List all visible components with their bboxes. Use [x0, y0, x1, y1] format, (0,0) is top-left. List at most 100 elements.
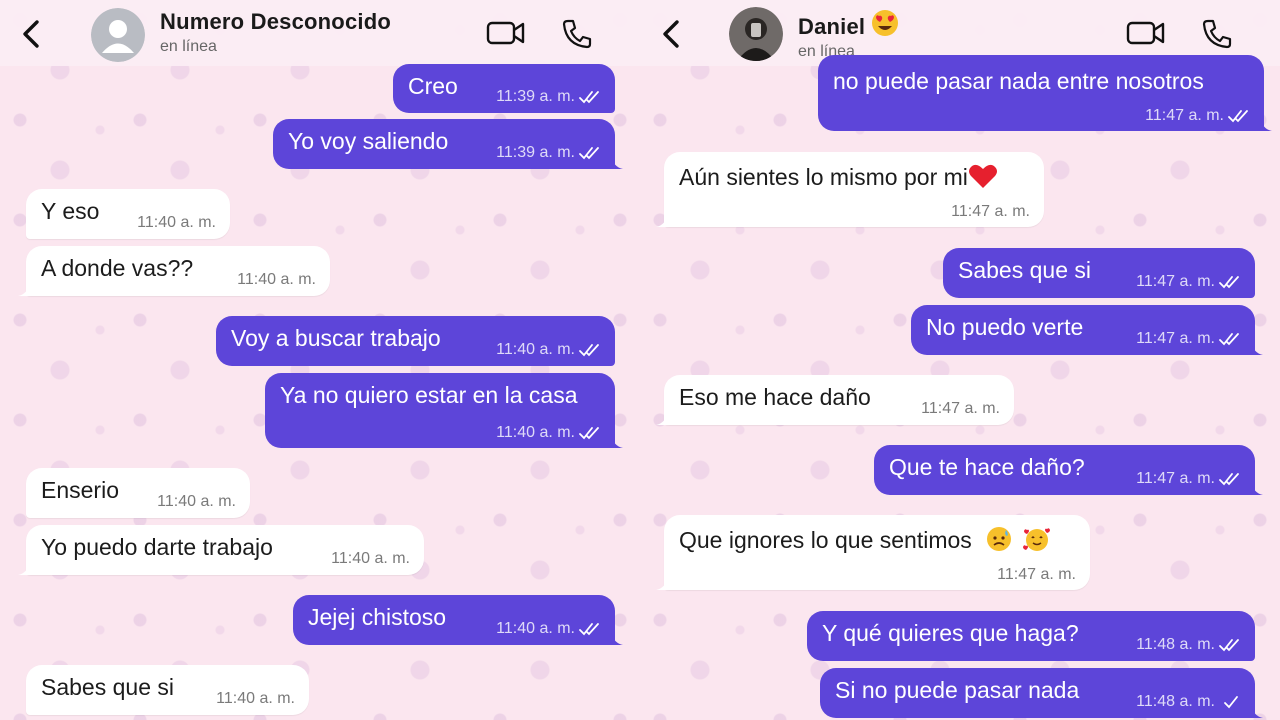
double-check-icon	[1219, 639, 1239, 652]
message-bubble-outgoing[interactable]: Sabes que si 11:47 a. m.	[943, 248, 1255, 298]
bubble-tail	[656, 411, 668, 425]
bubble-tail	[656, 213, 668, 227]
message-bubble-incoming[interactable]: Que ignores lo que sentimos 11:47 a. m.	[656, 515, 1090, 590]
back-arrow-icon[interactable]	[656, 14, 686, 54]
back-arrow-icon[interactable]	[16, 14, 46, 54]
message-bubble-outgoing[interactable]: Creo 11:39 a. m.	[393, 64, 615, 113]
message-bubble-incoming[interactable]: Sabes que si 11:40 a. m.	[26, 665, 309, 715]
bubble-tail	[611, 631, 623, 645]
double-check-icon	[579, 344, 599, 357]
message-time: 11:47 a. m.	[1136, 470, 1215, 487]
chat-panel-left: Numero Desconocido en línea Creo 11:39 a…	[0, 0, 640, 720]
double-check-icon	[579, 427, 599, 440]
contact-name: Daniel	[798, 9, 899, 40]
double-check-icon	[1228, 110, 1248, 123]
message-text: Y eso	[41, 198, 100, 224]
bubble-tail	[18, 282, 30, 296]
message-time: 11:40 a. m.	[237, 271, 316, 288]
bubble-tail	[611, 155, 623, 169]
message-time: 11:48 a. m.	[1136, 693, 1215, 710]
double-check-icon	[579, 147, 599, 160]
message-text: Que te hace daño?	[889, 454, 1085, 480]
avatar[interactable]	[729, 7, 783, 61]
message-time: 11:39 a. m.	[496, 144, 575, 161]
bubble-tail	[611, 434, 623, 448]
message-text: Creo	[408, 73, 458, 99]
chat-header: Numero Desconocido en línea	[0, 0, 640, 66]
sad-sweat-emoji-icon	[987, 527, 1012, 551]
bubble-tail	[1260, 117, 1272, 131]
message-text: Y qué quieres que haga?	[822, 620, 1079, 646]
contact-info[interactable]: Numero Desconocido en línea	[160, 9, 391, 56]
message-bubble-outgoing[interactable]: Si no puede pasar nada 11:48 a. m.	[820, 668, 1263, 718]
message-bubble-incoming[interactable]: Yo puedo darte trabajo 11:40 a. m.	[18, 525, 424, 575]
message-bubble-outgoing[interactable]: Que te hace daño? 11:47 a. m.	[874, 445, 1263, 495]
message-text: Jejej chistoso	[308, 604, 447, 630]
message-text: Sabes que si	[958, 257, 1091, 283]
message-time: 11:47 a. m.	[1136, 330, 1215, 347]
message-bubble-incoming[interactable]: Y eso 11:40 a. m.	[26, 189, 230, 239]
message-time: 11:40 a. m.	[137, 214, 216, 231]
message-bubble-outgoing[interactable]: no puede pasar nada entre nosotros 11:47…	[818, 55, 1272, 131]
message-text: Sabes que si	[41, 674, 174, 700]
double-check-icon	[1219, 276, 1239, 289]
message-bubble-outgoing[interactable]: Jejej chistoso 11:40 a. m.	[293, 595, 623, 645]
bubble-tail	[656, 576, 668, 590]
message-bubble-outgoing[interactable]: Voy a buscar trabajo 11:40 a. m.	[216, 316, 615, 366]
message-bubble-outgoing[interactable]: Ya no quiero estar en la casa 11:40 a. m…	[265, 373, 623, 448]
message-text: no puede pasar nada entre nosotros	[833, 68, 1204, 94]
message-text: Yo voy saliendo	[288, 128, 449, 154]
double-check-icon	[1219, 473, 1239, 486]
message-time: 11:47 a. m.	[1136, 273, 1215, 290]
message-bubble-incoming[interactable]: A donde vas?? 11:40 a. m.	[18, 246, 330, 296]
double-check-icon	[579, 623, 599, 636]
contact-name: Numero Desconocido	[160, 9, 391, 34]
phone-icon[interactable]	[1200, 17, 1234, 51]
video-camera-icon[interactable]	[1126, 19, 1166, 47]
message-text: No puedo verte	[926, 314, 1084, 340]
message-text: Eso me hace daño	[679, 384, 871, 410]
message-text: Aún sientes lo mismo por mi	[679, 163, 998, 189]
chat-panel-right: Daniel en línea no puede pasar nada entr…	[640, 0, 1280, 720]
message-time: 11:47 a. m.	[1145, 107, 1224, 124]
message-text: Voy a buscar trabajo	[231, 325, 441, 351]
message-bubble-outgoing[interactable]: Y qué quieres que haga? 11:48 a. m.	[807, 611, 1255, 661]
message-time: 11:47 a. m.	[951, 203, 1030, 220]
contact-info[interactable]: Daniel en línea	[798, 9, 899, 61]
message-time: 11:40 a. m.	[157, 493, 236, 510]
message-time: 11:40 a. m.	[331, 550, 410, 567]
message-text: Yo puedo darte trabajo	[41, 534, 273, 560]
avatar[interactable]	[91, 8, 145, 62]
heart-eyes-emoji-icon	[872, 10, 899, 36]
double-check-icon	[1219, 333, 1239, 346]
message-time: 11:47 a. m.	[997, 566, 1076, 583]
contact-status: en línea	[160, 38, 217, 55]
message-text: Ya no quiero estar en la casa	[280, 382, 578, 408]
message-bubble-outgoing[interactable]: Yo voy saliendo 11:39 a. m.	[273, 119, 623, 169]
double-check-icon	[579, 91, 599, 104]
message-time: 11:40 a. m.	[496, 620, 575, 637]
message-bubble-incoming[interactable]: Eso me hace daño 11:47 a. m.	[656, 375, 1014, 425]
message-time: 11:47 a. m.	[921, 400, 1000, 417]
single-check-icon	[1224, 696, 1238, 709]
bubble-tail	[1251, 341, 1263, 355]
smiling-hearts-emoji-icon	[1022, 528, 1050, 551]
message-bubble-incoming[interactable]: Aún sientes lo mismo por mi 11:47 a. m.	[656, 152, 1044, 227]
bubble-tail	[18, 561, 30, 575]
bubble-tail	[1251, 704, 1263, 718]
message-time: 11:39 a. m.	[496, 88, 575, 105]
red-heart-emoji-icon	[968, 164, 997, 188]
message-time: 11:40 a. m.	[496, 341, 575, 358]
video-camera-icon[interactable]	[486, 19, 526, 47]
message-text: Si no puede pasar nada	[835, 677, 1080, 703]
message-time: 11:48 a. m.	[1136, 636, 1215, 653]
message-bubble-incoming[interactable]: Enserio 11:40 a. m.	[26, 468, 250, 518]
bubble-tail	[1251, 481, 1263, 495]
message-text: Enserio	[41, 477, 119, 503]
message-text: Que ignores lo que sentimos	[679, 526, 1051, 552]
message-bubble-outgoing[interactable]: No puedo verte 11:47 a. m.	[911, 305, 1263, 355]
message-text: A donde vas??	[41, 255, 194, 281]
phone-icon[interactable]	[560, 17, 594, 51]
message-time: 11:40 a. m.	[216, 690, 295, 707]
message-time: 11:40 a. m.	[496, 424, 575, 441]
